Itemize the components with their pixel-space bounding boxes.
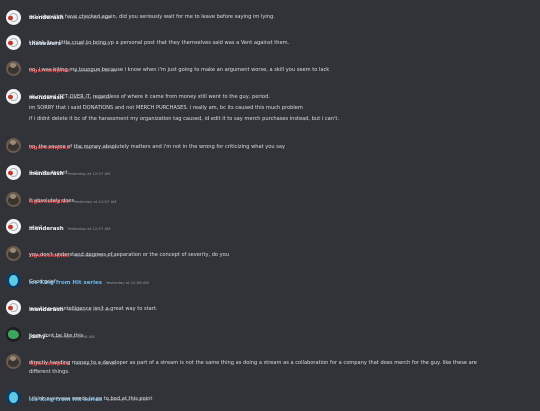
message-text: if i didnt delete it bc of the harassmen… bbox=[29, 116, 340, 122]
avatar[interactable] bbox=[6, 219, 21, 234]
avatar[interactable] bbox=[6, 300, 21, 315]
avatar[interactable] bbox=[6, 273, 21, 288]
avatar[interactable] bbox=[6, 354, 21, 369]
timestamp: Yesterday at 12:58 AM bbox=[106, 280, 149, 285]
message-text: insulting my intelligence isn't a great … bbox=[29, 306, 158, 312]
message-text: it absolutely does bbox=[29, 198, 75, 204]
message-text: i think its a little cruel to bring yp a… bbox=[29, 40, 290, 46]
message-text: you don't understand degrees of separati… bbox=[29, 252, 230, 258]
avatar[interactable] bbox=[6, 165, 21, 180]
message-text: im SORRY that i said DONATIONS and not M… bbox=[29, 105, 303, 111]
message-text: Good grief bbox=[29, 279, 56, 285]
timestamp: Yesterday at 12:57 AM bbox=[67, 226, 111, 231]
message-text: directly handing money to a developer as… bbox=[29, 360, 477, 366]
message-text: it rly rly doesnt bbox=[29, 170, 68, 176]
message-text: why? bbox=[29, 225, 43, 231]
chat-message-list: menderash Yesterday at 12:56 AM gcl i sho… bbox=[0, 0, 540, 411]
message-text: gcl i shouldnt have checked again, did y… bbox=[29, 14, 275, 20]
avatar[interactable] bbox=[6, 61, 21, 76]
avatar[interactable] bbox=[6, 89, 21, 104]
avatar[interactable] bbox=[6, 192, 21, 207]
avatar[interactable] bbox=[6, 35, 21, 50]
avatar[interactable] bbox=[6, 327, 21, 342]
message-text: oh my god GET OVER IT. regardless of whe… bbox=[29, 94, 270, 100]
timestamp: Yesterday at 12:57 AM bbox=[67, 171, 111, 176]
avatar[interactable] bbox=[6, 390, 21, 405]
timestamp: Yesterday at 12:57 AM bbox=[73, 199, 117, 204]
message-text: no, i was biting my toungue because i kn… bbox=[29, 67, 330, 73]
message-text: I think everyone needs to go to bed at t… bbox=[29, 396, 153, 402]
avatar[interactable] bbox=[6, 10, 21, 25]
avatar[interactable] bbox=[6, 246, 21, 261]
message-text: tiger dont be like this bbox=[29, 333, 84, 339]
avatar[interactable] bbox=[6, 138, 21, 153]
message-text: no, the source of the money absolutely m… bbox=[29, 144, 285, 150]
message-text: different things. bbox=[29, 369, 70, 375]
